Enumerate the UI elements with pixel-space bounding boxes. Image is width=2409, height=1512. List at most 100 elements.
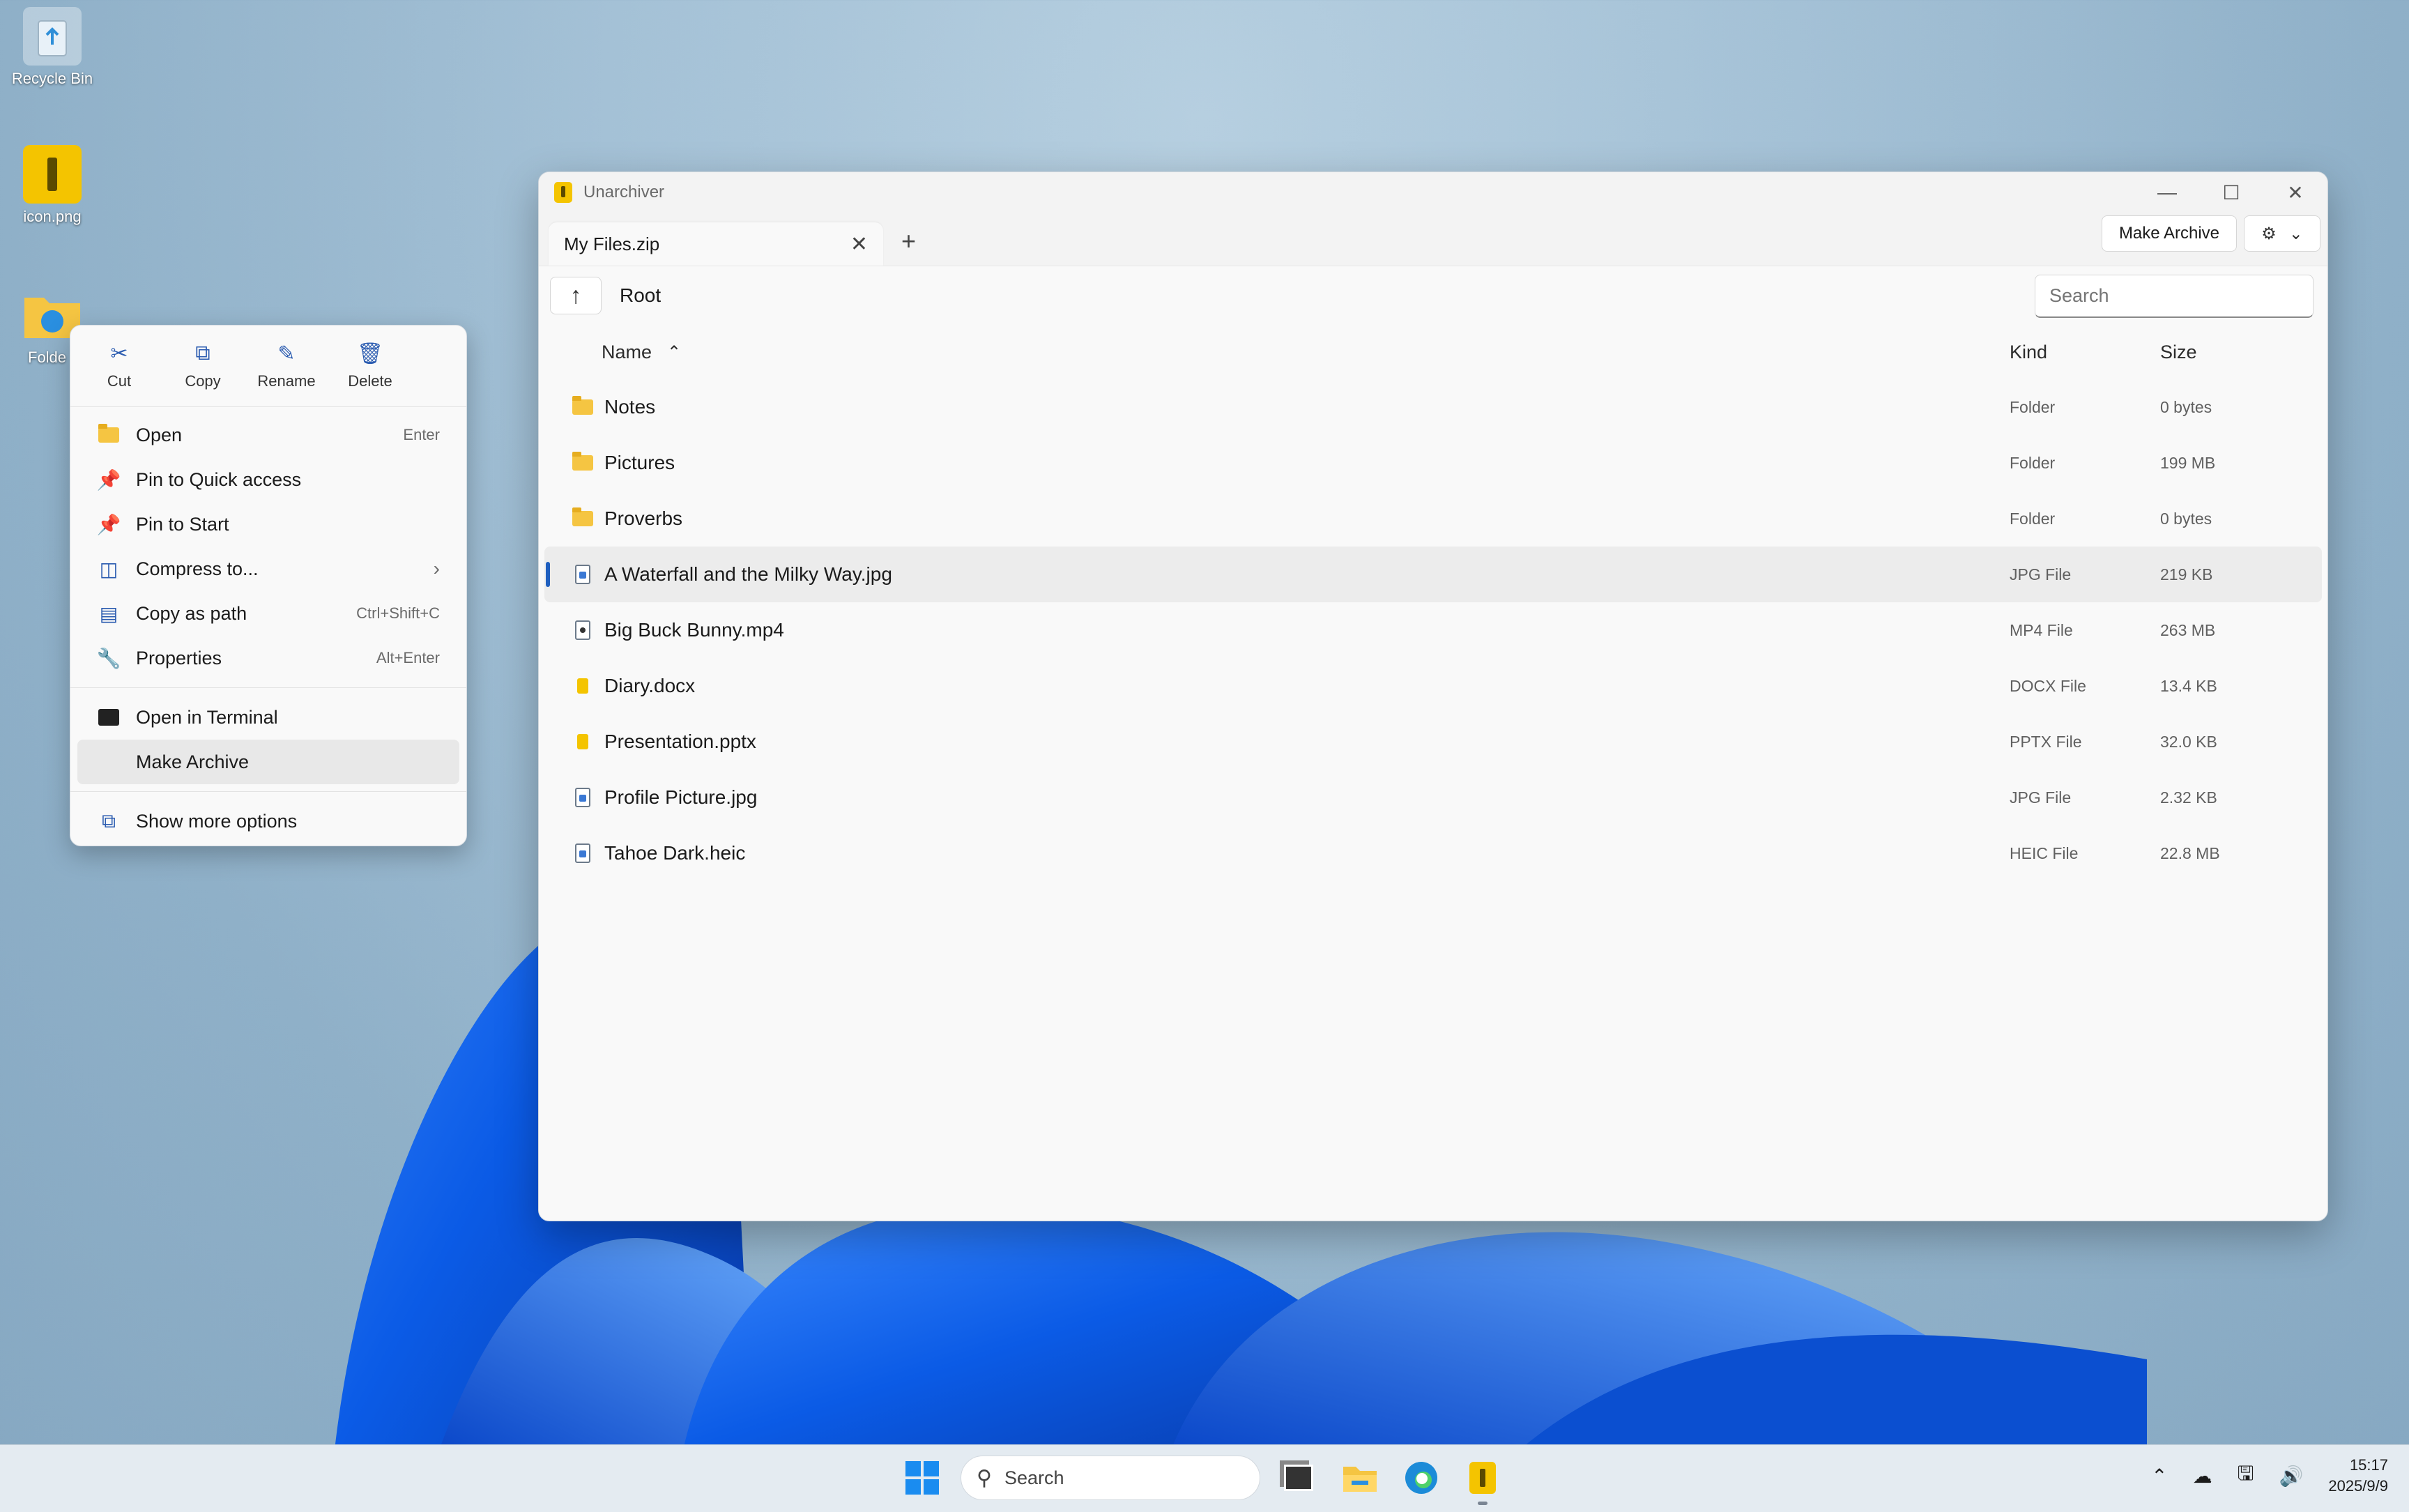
menu-item-label: Compress to... — [136, 558, 259, 579]
menu-item-properties[interactable]: 🔧 Properties Alt+Enter — [77, 636, 459, 680]
start-button[interactable] — [899, 1455, 945, 1501]
list-header: Name ⌃ Kind Size — [539, 325, 2327, 379]
file-explorer-button[interactable] — [1337, 1455, 1383, 1501]
image-file-icon — [572, 787, 593, 808]
row-size: 2.32 KB — [2160, 788, 2217, 807]
row-name: Presentation.pptx — [604, 731, 756, 752]
menu-item-pin-quick-access[interactable]: 📌 Pin to Quick access — [77, 457, 459, 502]
trash-icon: 🗑 — [356, 342, 384, 365]
table-row[interactable]: Diary.docx DOCX File 13.4 KB — [544, 658, 2322, 714]
task-view-icon — [1284, 1465, 1313, 1491]
clock-date: 2025/9/9 — [2328, 1477, 2388, 1495]
copy-icon: ⧉ — [195, 342, 211, 365]
copy-button[interactable]: ⧉ Copy — [161, 326, 245, 406]
onedrive-cloud-icon[interactable]: ☁ — [2193, 1465, 2212, 1488]
delete-button[interactable]: 🗑 Delete — [328, 326, 412, 406]
context-menu: ✂ Cut ⧉ Copy ✎ Rename 🗑 Delete Open Ente… — [70, 325, 467, 846]
table-row[interactable]: Presentation.pptx PPTX File 32.0 KB — [544, 714, 2322, 770]
row-kind: DOCX File — [2010, 676, 2086, 695]
action-label: Delete — [348, 372, 392, 390]
compress-icon: ◫ — [99, 558, 118, 580]
network-icon[interactable]: 🖫 — [2238, 1459, 2254, 1492]
folder-open-icon — [97, 423, 121, 447]
cut-button[interactable]: ✂ Cut — [77, 326, 161, 406]
menu-divider — [70, 791, 466, 792]
new-tab-plus-icon[interactable]: + — [901, 227, 916, 256]
unarchiver-taskbar-button[interactable] — [1460, 1455, 1506, 1505]
edge-browser-button[interactable] — [1398, 1455, 1444, 1501]
row-kind: JPG File — [2010, 565, 2072, 583]
column-name-label: Name — [602, 341, 652, 362]
folder-icon — [572, 396, 593, 418]
wrench-icon: 🔧 — [96, 647, 121, 669]
column-header-size[interactable]: Size — [2160, 342, 2197, 363]
menu-item-open-terminal[interactable]: Open in Terminal — [77, 695, 459, 740]
menu-item-compress[interactable]: ◫ Compress to... › — [77, 547, 459, 591]
desktop-icon-recycle-bin[interactable]: Recycle Bin — [0, 7, 105, 88]
row-size: 22.8 MB — [2160, 843, 2220, 862]
menu-item-label: Pin to Quick access — [136, 468, 302, 490]
close-tab-icon[interactable]: ✕ — [850, 232, 868, 257]
close-window-button[interactable]: ✕ — [2263, 172, 2327, 213]
menu-item-pin-start[interactable]: 📌 Pin to Start — [77, 502, 459, 547]
chevron-up-icon[interactable]: ⌃ — [2151, 1465, 2167, 1488]
row-kind: Folder — [2010, 397, 2056, 416]
table-row[interactable]: Notes Folder 0 bytes — [544, 379, 2322, 435]
video-file-icon — [572, 620, 593, 641]
gear-icon: ⚙ — [2261, 224, 2277, 243]
menu-item-copy-path[interactable]: ▤ Copy as path Ctrl+Shift+C — [77, 591, 459, 636]
menu-item-open[interactable]: Open Enter — [77, 413, 459, 457]
maximize-button[interactable]: ☐ — [2199, 172, 2263, 213]
settings-dropdown-button[interactable]: ⚙ ⌄ — [2244, 215, 2320, 252]
volume-icon[interactable]: 🔊 — [2279, 1465, 2303, 1488]
system-tray: ⌃ ☁ 🖫 🔊 15:17 2025/9/9 — [2151, 1455, 2388, 1497]
row-size: 13.4 KB — [2160, 676, 2217, 695]
table-row[interactable]: Proverbs Folder 0 bytes — [544, 491, 2322, 547]
column-header-kind[interactable]: Kind — [2010, 342, 2047, 363]
row-kind: Folder — [2010, 509, 2056, 528]
search-input[interactable] — [2035, 275, 2314, 318]
menu-item-shortcut: Enter — [403, 426, 440, 443]
column-header-name[interactable]: Name ⌃ — [602, 342, 681, 363]
desktop-icon-label: Recycle Bin — [11, 70, 93, 87]
tab-my-files[interactable]: My Files.zip ✕ — [549, 222, 883, 266]
row-size: 32.0 KB — [2160, 732, 2217, 751]
zip-app-icon — [23, 145, 82, 204]
context-menu-actions: ✂ Cut ⧉ Copy ✎ Rename 🗑 Delete — [70, 326, 466, 407]
clock-time: 15:17 — [2349, 1456, 2388, 1474]
folder-icon — [572, 452, 593, 473]
desktop-icon-file[interactable]: icon.png — [0, 145, 105, 226]
menu-item-label: Pin to Start — [136, 513, 229, 535]
row-name: Tahoe Dark.heic — [604, 842, 746, 864]
menu-item-show-more[interactable]: ⧉ Show more options — [77, 799, 459, 843]
search-icon: ⚲ — [977, 1466, 992, 1490]
menu-item-label: Open in Terminal — [136, 706, 278, 728]
task-view-button[interactable] — [1276, 1455, 1322, 1501]
menu-divider — [70, 687, 466, 688]
archive-file-icon — [572, 675, 593, 696]
clock[interactable]: 15:17 2025/9/9 — [2328, 1455, 2388, 1497]
file-explorer-icon — [1343, 1467, 1377, 1492]
windows-logo-icon — [905, 1461, 939, 1495]
title-bar[interactable]: Unarchiver — ☐ ✕ — [539, 172, 2327, 213]
table-row[interactable]: Profile Picture.jpg JPG File 2.32 KB — [544, 770, 2322, 825]
table-row-selected[interactable]: A Waterfall and the Milky Way.jpg JPG Fi… — [544, 547, 2322, 602]
rename-icon: ✎ — [277, 342, 296, 365]
taskbar: ⚲ Search ⌃ ☁ 🖫 🔊 15:17 2025/9/9 — [0, 1444, 2409, 1512]
unarchiver-app-icon — [1469, 1462, 1496, 1494]
make-archive-button[interactable]: Make Archive — [2101, 215, 2237, 252]
table-row[interactable]: Pictures Folder 199 MB — [544, 435, 2322, 491]
tab-bar: My Files.zip ✕ + Make Archive ⚙ ⌄ — [539, 213, 2327, 266]
table-row[interactable]: Tahoe Dark.heic HEIC File 22.8 MB — [544, 825, 2322, 881]
unarchiver-window: Unarchiver — ☐ ✕ My Files.zip ✕ + Make A… — [538, 171, 2328, 1221]
row-size: 219 KB — [2160, 565, 2213, 583]
menu-item-make-archive[interactable]: Make Archive — [77, 740, 459, 784]
up-arrow-button[interactable]: ↑ — [550, 277, 602, 314]
minimize-button[interactable]: — — [2135, 172, 2199, 213]
pin-icon: 📌 — [96, 468, 121, 491]
chevron-down-icon: ⌄ — [2288, 224, 2303, 243]
table-row[interactable]: Big Buck Bunny.mp4 MP4 File 263 MB — [544, 602, 2322, 658]
file-list: Notes Folder 0 bytes Pictures Folder 199… — [539, 379, 2327, 881]
rename-button[interactable]: ✎ Rename — [245, 326, 328, 406]
taskbar-search[interactable]: ⚲ Search — [961, 1456, 1260, 1500]
